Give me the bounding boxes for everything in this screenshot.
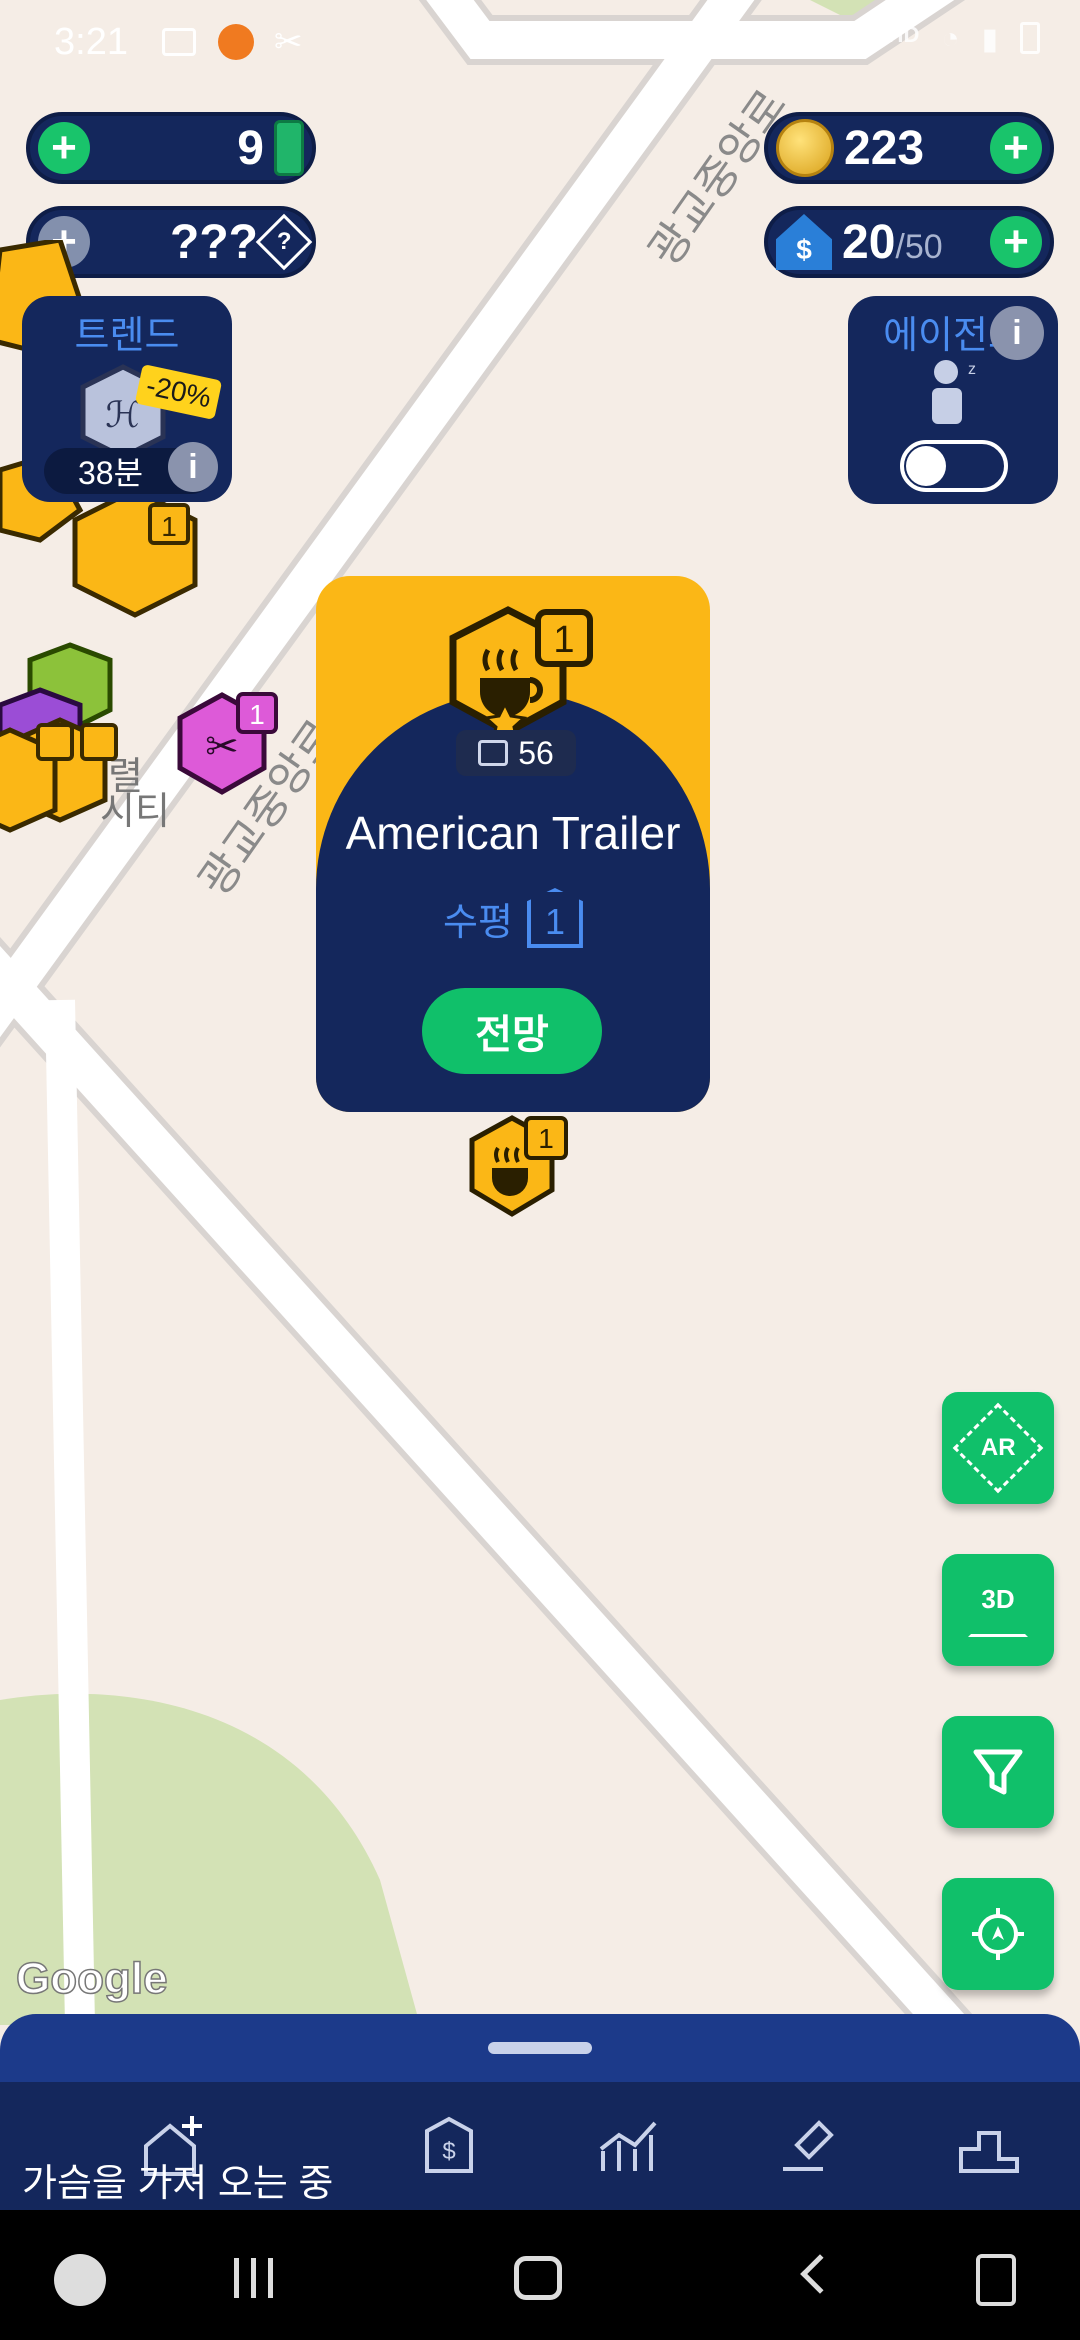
trend-card[interactable]: 트렌드 ℋ -20% 38분 i bbox=[22, 296, 232, 502]
property-house-icon: $ bbox=[776, 214, 832, 270]
money-shield-icon: $ bbox=[425, 2116, 473, 2173]
status-time: 3:21 bbox=[54, 20, 128, 63]
my-location-button[interactable] bbox=[942, 1878, 1054, 1990]
outlook-button-label: 전망 bbox=[475, 1013, 549, 1057]
gallery-icon bbox=[161, 28, 196, 56]
status-icons: ● HD ◔ ▮ bbox=[847, 22, 1040, 57]
add-coins-button[interactable]: + bbox=[990, 122, 1042, 174]
signal-icon: ▮ bbox=[981, 23, 998, 56]
trend-info-button[interactable]: i bbox=[168, 442, 218, 492]
trend-timer: 38분 bbox=[78, 455, 144, 491]
back-button[interactable] bbox=[800, 2254, 840, 2294]
add-cash-button[interactable]: + bbox=[38, 122, 90, 174]
3d-view-button[interactable]: 3D bbox=[942, 1554, 1054, 1666]
google-attribution: Google bbox=[15, 1953, 168, 2004]
hd-signal-icon: HD bbox=[887, 22, 920, 47]
3d-icon: 3D bbox=[968, 1584, 1028, 1637]
svg-text:✂: ✂ bbox=[205, 724, 239, 770]
trend-title: 트렌드 bbox=[74, 315, 180, 357]
business-name: American Trailer bbox=[345, 807, 681, 859]
svg-text:$: $ bbox=[442, 2138, 455, 2165]
tab-leaderboard[interactable] bbox=[944, 2100, 1034, 2190]
agent-card: 에이전트 i z bbox=[848, 296, 1058, 504]
ar-button[interactable]: AR bbox=[942, 1392, 1054, 1504]
property-max: /50 bbox=[895, 227, 943, 266]
podium-icon bbox=[959, 2131, 1019, 2173]
status-bar: 3:21 ✂ ● HD ◔ ▮ bbox=[0, 0, 1080, 84]
beauty-salon-marker[interactable]: 1 ✂ bbox=[172, 690, 282, 800]
outlook-button[interactable]: 전망 bbox=[422, 988, 602, 1074]
cash-value: 9 bbox=[237, 121, 264, 175]
coin-value: 223 bbox=[844, 121, 925, 175]
agent-toggle[interactable] bbox=[900, 440, 1008, 492]
selected-business-marker[interactable]: 1 bbox=[462, 1112, 572, 1224]
svg-text:1: 1 bbox=[538, 1123, 554, 1154]
accessibility-icon[interactable] bbox=[976, 2254, 1016, 2306]
gavel-icon bbox=[783, 2120, 834, 2171]
ar-icon: AR bbox=[952, 1402, 1044, 1494]
system-nav-bar bbox=[0, 2210, 1080, 2340]
crosshair-icon bbox=[972, 1908, 1024, 1960]
wifi-icon: ◔ bbox=[941, 22, 960, 55]
visitors-pill: 56 bbox=[456, 730, 576, 776]
recents-button[interactable] bbox=[234, 2258, 273, 2298]
level-label: 수평 bbox=[443, 901, 513, 944]
svg-text:1: 1 bbox=[249, 699, 265, 730]
tab-auction[interactable] bbox=[764, 2100, 854, 2190]
filter-button[interactable] bbox=[942, 1716, 1054, 1828]
cash-icon bbox=[274, 120, 304, 176]
tab-finance[interactable]: $ bbox=[404, 2100, 494, 2190]
business-level-row: 수평 1 bbox=[316, 888, 710, 948]
agent-info-button[interactable]: i bbox=[990, 306, 1044, 360]
question-icon: ? bbox=[255, 213, 313, 271]
level-value: 1 bbox=[544, 901, 565, 942]
visitor-id-icon bbox=[478, 740, 509, 766]
property-current: 20 bbox=[842, 215, 896, 269]
property-counter: $ 20 /50 + bbox=[764, 206, 1054, 278]
battery-icon bbox=[1020, 22, 1040, 54]
svg-text:1: 1 bbox=[161, 511, 177, 542]
sleeping-agent-icon: z bbox=[932, 360, 976, 424]
coin-icon bbox=[776, 119, 834, 177]
business-level-badge: 1 bbox=[553, 619, 574, 661]
loading-status-text: 가슴을 가져 오는 중 bbox=[22, 2163, 334, 2205]
location-icon: ● bbox=[847, 22, 866, 55]
music-app-icon bbox=[217, 24, 254, 60]
chart-icon bbox=[599, 2121, 657, 2171]
visitors-count: 56 bbox=[518, 734, 554, 771]
business-type-icon: 1 bbox=[449, 606, 593, 744]
property-value: 20 /50 bbox=[842, 215, 943, 270]
level-house-badge: 1 bbox=[526, 888, 583, 948]
add-property-button[interactable]: + bbox=[990, 216, 1042, 268]
drag-handle[interactable] bbox=[488, 2042, 592, 2054]
cash-counter: + 9 bbox=[26, 112, 316, 184]
home-button[interactable] bbox=[514, 2256, 562, 2300]
agent-toggle-knob bbox=[906, 446, 946, 486]
coin-counter: 223 + bbox=[764, 112, 1054, 184]
tab-statistics[interactable] bbox=[584, 2100, 674, 2190]
tools-icon: ✂ bbox=[273, 23, 303, 61]
game-tools-icon[interactable] bbox=[54, 2254, 106, 2306]
filter-icon bbox=[973, 1749, 1023, 1795]
svg-text:z: z bbox=[968, 361, 976, 378]
